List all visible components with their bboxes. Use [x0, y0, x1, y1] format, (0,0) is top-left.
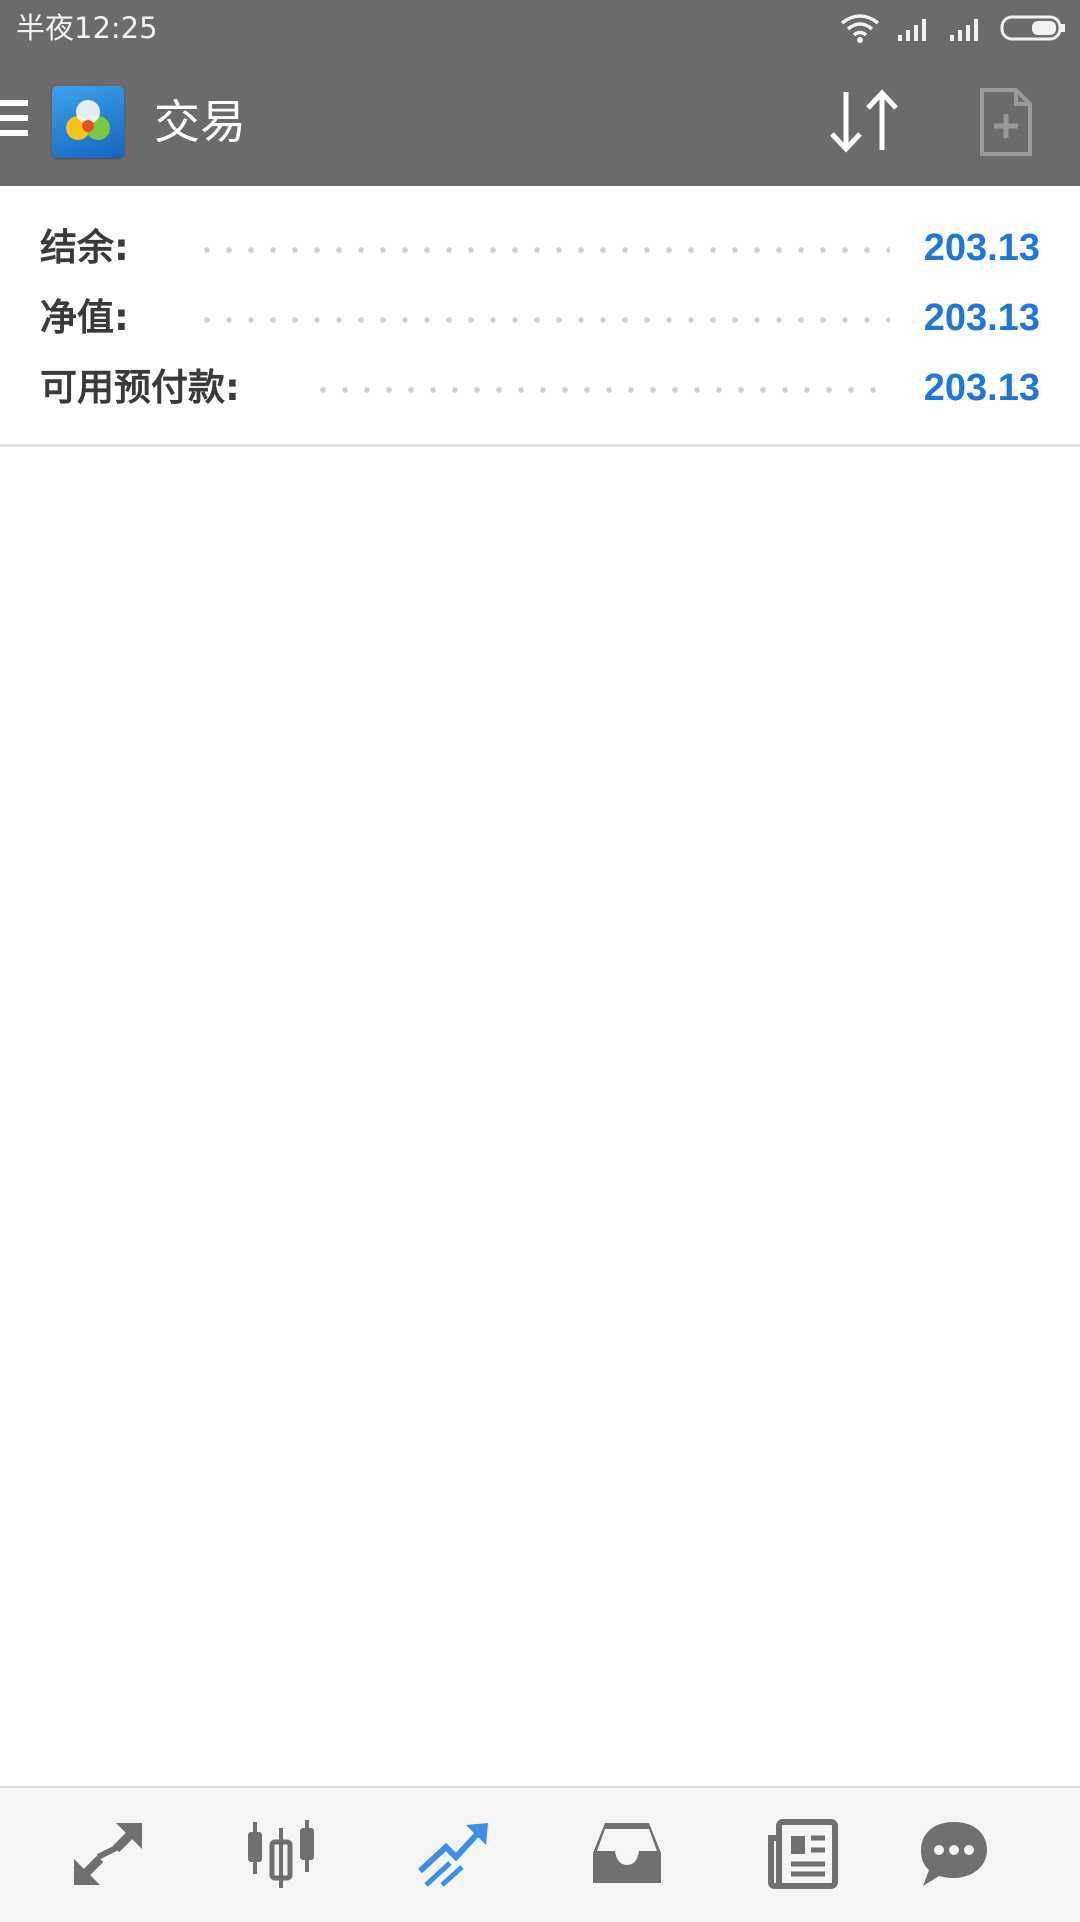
new-order-icon — [980, 88, 1032, 156]
sort-button[interactable] — [826, 88, 902, 154]
dotted-leader — [196, 317, 890, 323]
status-bar: 半夜12:25 — [0, 0, 1080, 56]
account-summary: 结余: 203.13 净值: 203.13 可用预付款: 203.13 — [0, 186, 1080, 447]
trade-trend-icon — [417, 1823, 488, 1887]
status-icons — [840, 10, 1066, 46]
chat-bubble-icon — [921, 1822, 987, 1886]
equity-row: 净值: 203.13 — [0, 283, 1080, 353]
nav-quotes[interactable] — [68, 1814, 148, 1894]
battery-icon — [1000, 15, 1065, 41]
menu-icon[interactable] — [0, 100, 34, 144]
free-margin-label: 可用预付款: — [40, 366, 240, 409]
nav-chat[interactable] — [914, 1814, 994, 1894]
new-order-button[interactable] — [976, 86, 1036, 158]
status-time: 半夜12:25 — [16, 11, 158, 45]
signal-icon — [898, 19, 926, 41]
balance-label: 结余: — [40, 226, 129, 269]
newspaper-icon — [768, 1819, 838, 1889]
balance-value: 203.13 — [923, 227, 1040, 269]
sort-icon — [830, 89, 898, 153]
page-title: 交易 — [154, 95, 246, 149]
app-toolbar: 交易 — [0, 56, 1080, 186]
free-margin-row: 可用预付款: 203.13 — [0, 353, 1080, 423]
free-margin-value: 203.13 — [923, 367, 1040, 409]
app-logo[interactable] — [52, 86, 124, 158]
quotes-arrows-icon — [74, 1823, 142, 1885]
candlestick-icon — [248, 1820, 314, 1888]
inbox-icon — [593, 1823, 661, 1883]
nav-trade[interactable] — [414, 1814, 494, 1894]
equity-value: 203.13 — [923, 297, 1040, 339]
balance-row: 结余: 203.13 — [0, 213, 1080, 283]
equity-label: 净值: — [40, 296, 129, 339]
nav-chart[interactable] — [241, 1814, 321, 1894]
dotted-leader — [312, 387, 890, 393]
bottom-navigation — [0, 1786, 1080, 1922]
nav-news[interactable] — [762, 1814, 842, 1894]
nav-history[interactable] — [587, 1814, 667, 1894]
wifi-icon — [840, 14, 880, 43]
metatrader-logo-icon — [66, 100, 110, 140]
signal-icon — [950, 19, 978, 41]
dotted-leader — [196, 247, 890, 253]
